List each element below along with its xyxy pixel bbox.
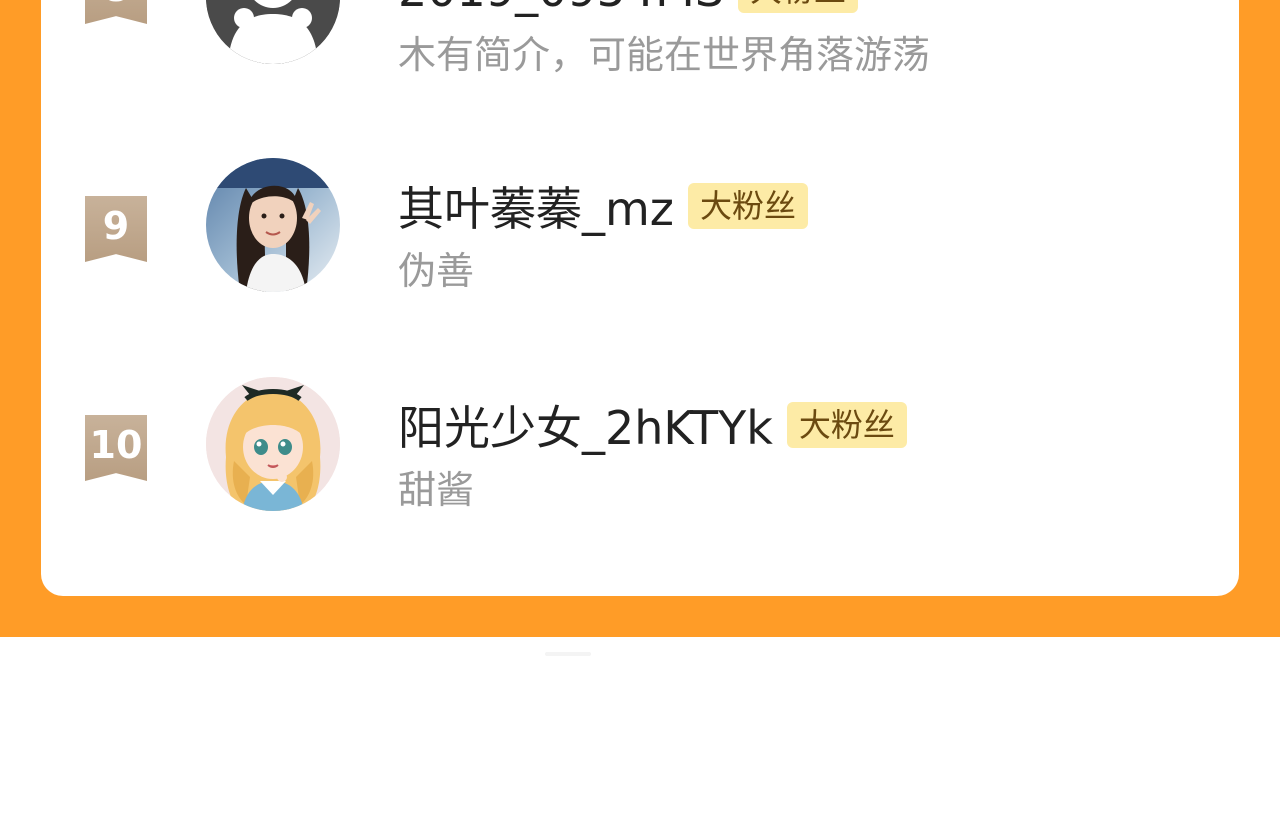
silhouette-icon <box>206 0 340 64</box>
big-fan-badge: 大粉丝 <box>786 402 907 448</box>
default-user-avatar-icon[interactable] <box>206 0 340 64</box>
rank-badge: 8 <box>85 0 147 24</box>
fan-row-9[interactable]: 9 其叶蓁蓁_mz 大粉丝 伪善 <box>41 154 1239 294</box>
fan-name-line: 其叶蓁蓁_mz 大粉丝 <box>398 178 808 236</box>
fan-name[interactable]: 2019_0954MS <box>398 0 724 17</box>
fan-name-line: 阳光少女_2hKTYk 大粉丝 <box>398 397 907 455</box>
fan-name[interactable]: 其叶蓁蓁_mz <box>398 173 674 239</box>
fan-row-10[interactable]: 10 阳光少女_2hKTYk 大粉丝 甜酱 <box>41 373 1239 513</box>
fan-bio: 甜酱 <box>398 468 475 512</box>
fan-row-8[interactable]: 8 2019_0954MS 大粉丝 木有简介，可能在世界角落游荡 <box>41 0 1239 100</box>
fan-name-line: 2019_0954MS 大粉丝 <box>398 0 859 18</box>
cartoon-avatar-image <box>206 377 340 511</box>
page-indicator <box>545 652 591 656</box>
cartoon-alice-avatar-icon[interactable] <box>206 377 340 511</box>
fan-name[interactable]: 阳光少女_2hKTYk <box>398 392 773 458</box>
fan-bio: 木有简介，可能在世界角落游荡 <box>398 33 931 77</box>
fan-ranking-panel: 8 2019_0954MS 大粉丝 木有简介，可能在世界角落游荡 9 <box>0 0 1280 637</box>
photo-avatar-image <box>206 158 340 292</box>
rank-badge: 9 <box>85 196 147 262</box>
rank-badge: 10 <box>85 415 147 481</box>
girl-photo-avatar-icon[interactable] <box>206 158 340 292</box>
fan-bio: 伪善 <box>398 249 475 293</box>
fan-list-card: 8 2019_0954MS 大粉丝 木有简介，可能在世界角落游荡 9 <box>41 0 1239 596</box>
big-fan-badge: 大粉丝 <box>687 183 808 229</box>
big-fan-badge: 大粉丝 <box>738 0 859 13</box>
